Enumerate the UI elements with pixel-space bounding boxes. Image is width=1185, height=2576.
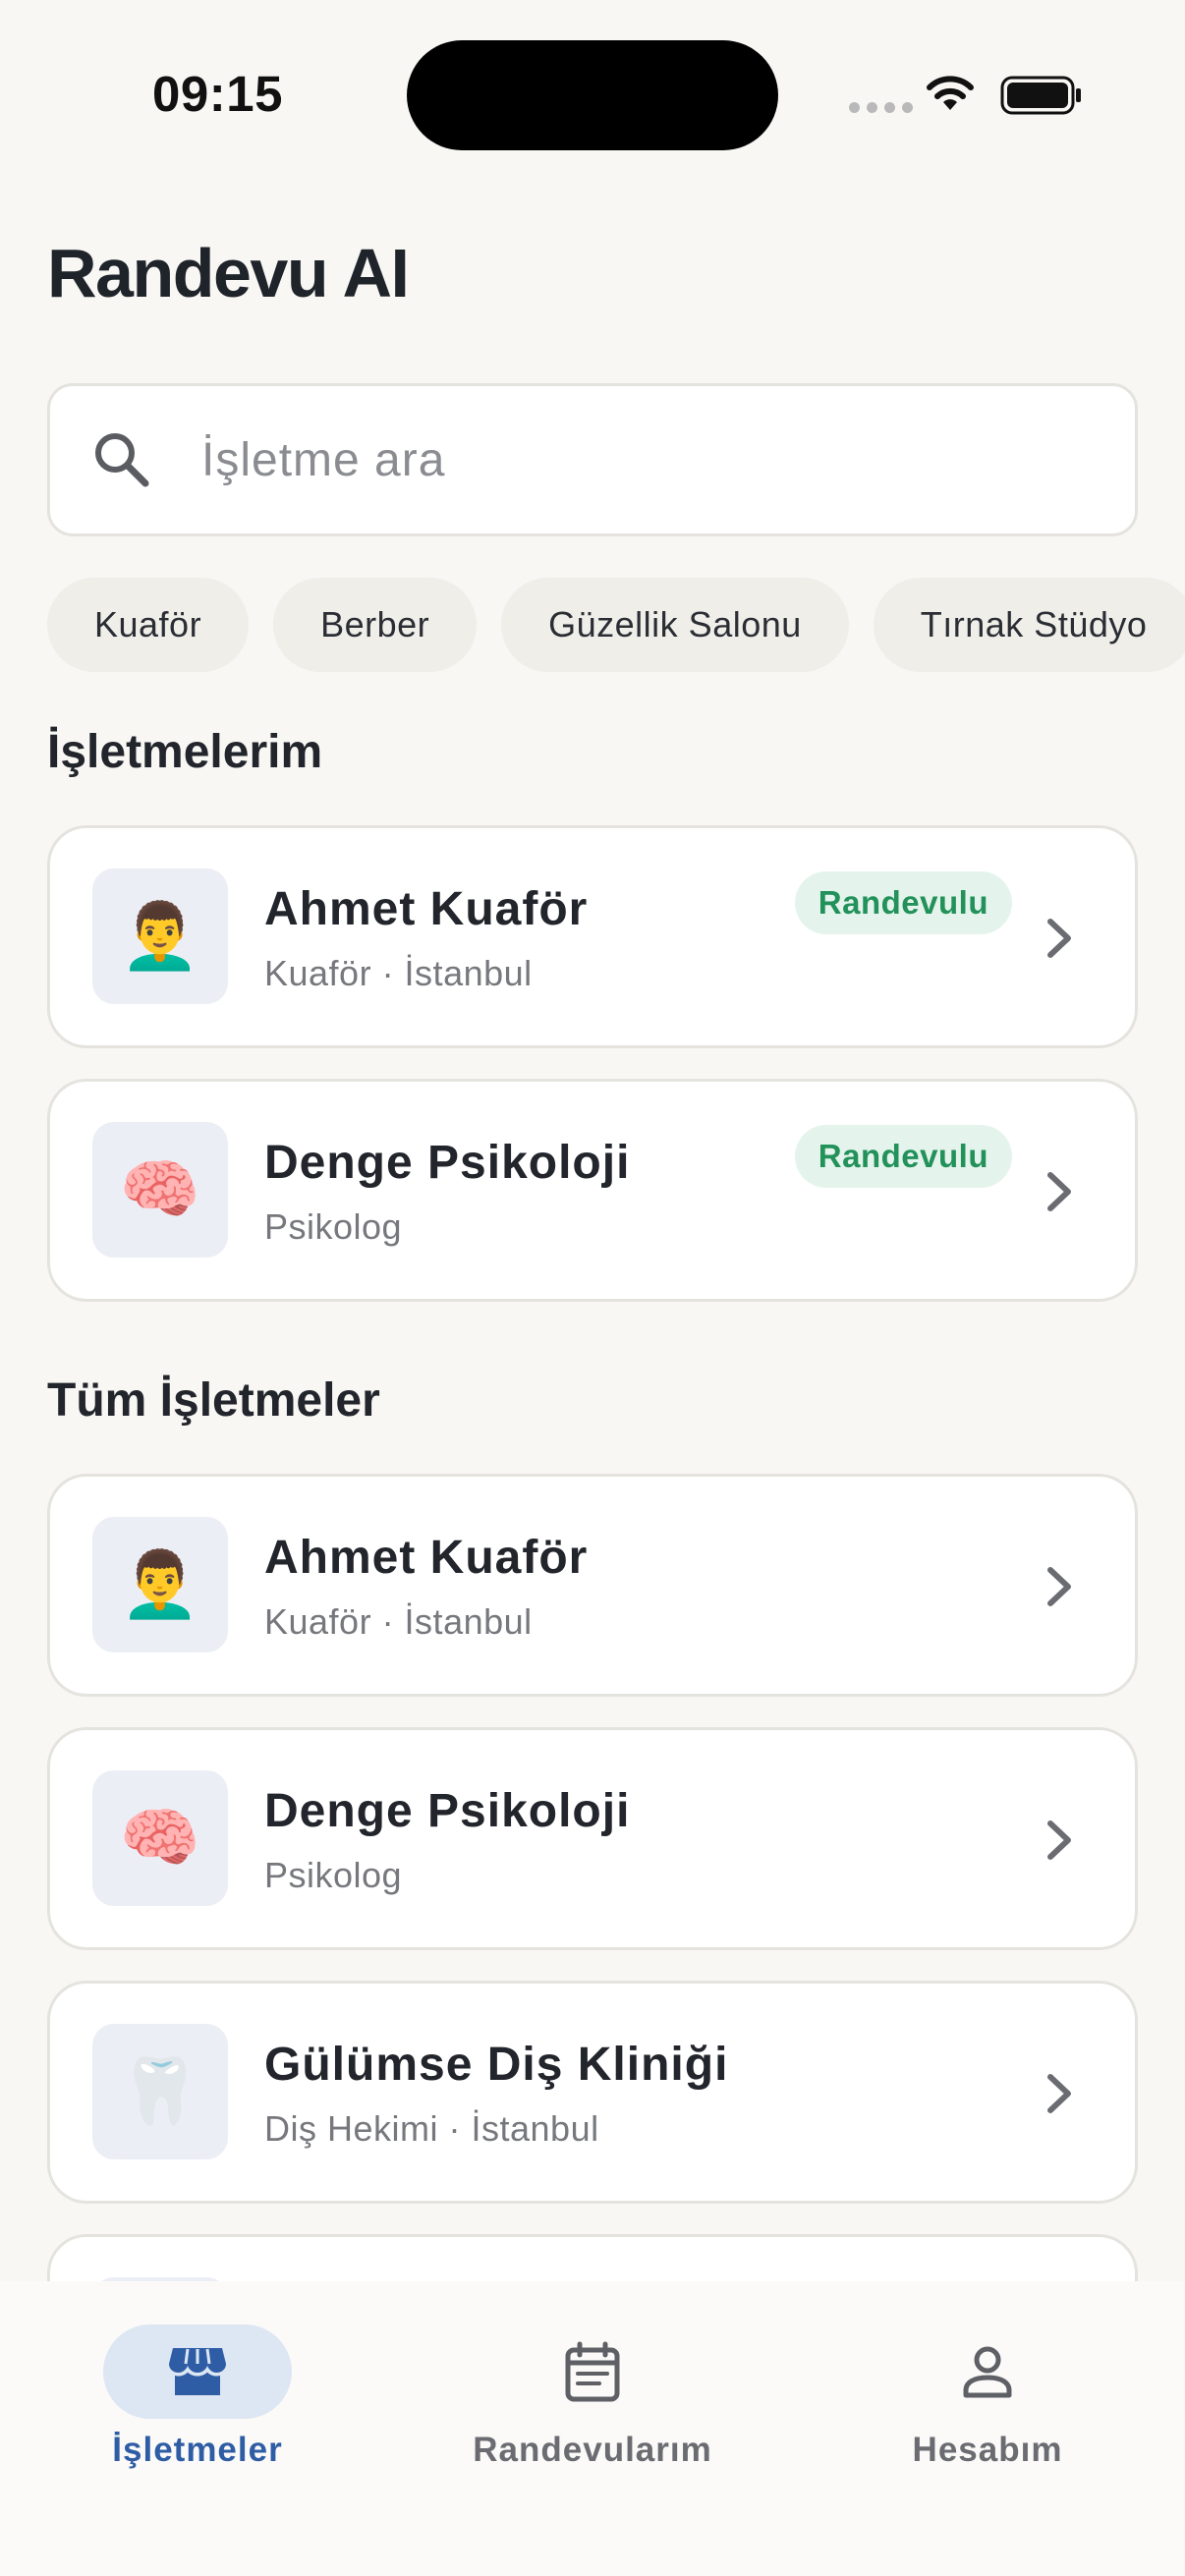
status-badge: Randevulu (794, 1125, 1012, 1188)
brain-icon: 🧠 (92, 1122, 228, 1258)
business-card[interactable]: 👨‍🦱 Ahmet Kuaför Kuaför · İstanbul (47, 1474, 1138, 1697)
nav-icon-wrap (498, 2324, 687, 2419)
barber-person-icon: 👨‍🦱 (92, 868, 228, 1004)
chevron-right-icon (1047, 919, 1071, 958)
tooth-icon: 🦷 (92, 2024, 228, 2159)
store-icon (169, 2348, 226, 2395)
business-card[interactable]: 🧠 Denge Psikoloji Psikolog Randevulu (47, 1079, 1138, 1302)
tab-label: İşletmeler (112, 2431, 283, 2469)
section-title-all-businesses: Tüm İşletmeler (47, 1374, 380, 1427)
business-subtitle: Psikolog (264, 1206, 403, 1247)
battery-icon (1000, 76, 1081, 115)
business-card[interactable]: 🧠 Denge Psikoloji Psikolog (47, 1727, 1138, 1950)
bottom-tab-bar: İşletmeler Randevularım Hesabım (0, 2281, 1185, 2576)
person-icon (963, 2346, 1012, 2398)
search-icon (95, 433, 149, 487)
category-chips: Kuaför Berber Güzellik Salonu Tırnak Stü… (47, 578, 1185, 672)
cellular-signal-icon (849, 102, 913, 113)
business-name: Denge Psikoloji (264, 1785, 631, 1837)
nav-icon-pill (103, 2324, 292, 2419)
tab-randevularim[interactable]: Randevularım (395, 2301, 790, 2497)
search-bar[interactable] (47, 383, 1138, 536)
tab-isletmeler[interactable]: İşletmeler (0, 2301, 395, 2497)
screen: 09:15 Randevu AI Kuaför Berber Güzellik … (0, 0, 1185, 2576)
tab-label: Hesabım (912, 2431, 1063, 2469)
chevron-right-icon (1047, 1172, 1071, 1211)
page-title: Randevu AI (47, 235, 410, 311)
search-input[interactable] (201, 386, 1086, 533)
calendar-icon (565, 2341, 620, 2402)
section-title-my-businesses: İşletmelerim (47, 726, 323, 778)
chip-guzellik-salonu[interactable]: Güzellik Salonu (501, 578, 849, 672)
business-card[interactable]: 👨‍🦱 Ahmet Kuaför Kuaför · İstanbul Rande… (47, 825, 1138, 1048)
business-name: Ahmet Kuaför (264, 1532, 589, 1584)
business-subtitle: Kuaför · İstanbul (264, 953, 533, 993)
business-subtitle: Psikolog (264, 1855, 403, 1895)
chip-berber[interactable]: Berber (273, 578, 478, 672)
chevron-right-icon (1047, 1567, 1071, 1606)
brain-icon: 🧠 (92, 1770, 228, 1906)
wifi-icon (927, 76, 974, 110)
chip-tirnak-studyo[interactable]: Tırnak Stüdyo (873, 578, 1185, 672)
tab-label: Randevularım (473, 2431, 712, 2469)
chevron-right-icon (1047, 1820, 1071, 1860)
business-card[interactable]: 🦷 Gülümse Diş Kliniği Diş Hekimi · İstan… (47, 1981, 1138, 2204)
chevron-right-icon (1047, 2074, 1071, 2113)
chip-kuafor[interactable]: Kuaför (47, 578, 250, 672)
tab-hesabim[interactable]: Hesabım (790, 2301, 1185, 2497)
status-time: 09:15 (152, 66, 283, 122)
business-subtitle: Kuaför · İstanbul (264, 1601, 533, 1642)
nav-icon-wrap (893, 2324, 1082, 2419)
barber-person-icon: 👨‍🦱 (92, 1517, 228, 1652)
business-name: Denge Psikoloji (264, 1137, 631, 1189)
dynamic-island (407, 40, 778, 150)
business-subtitle: Diş Hekimi · İstanbul (264, 2108, 599, 2149)
business-name: Gülümse Diş Kliniği (264, 2039, 729, 2091)
business-name: Ahmet Kuaför (264, 883, 589, 935)
status-badge: Randevulu (794, 871, 1012, 934)
